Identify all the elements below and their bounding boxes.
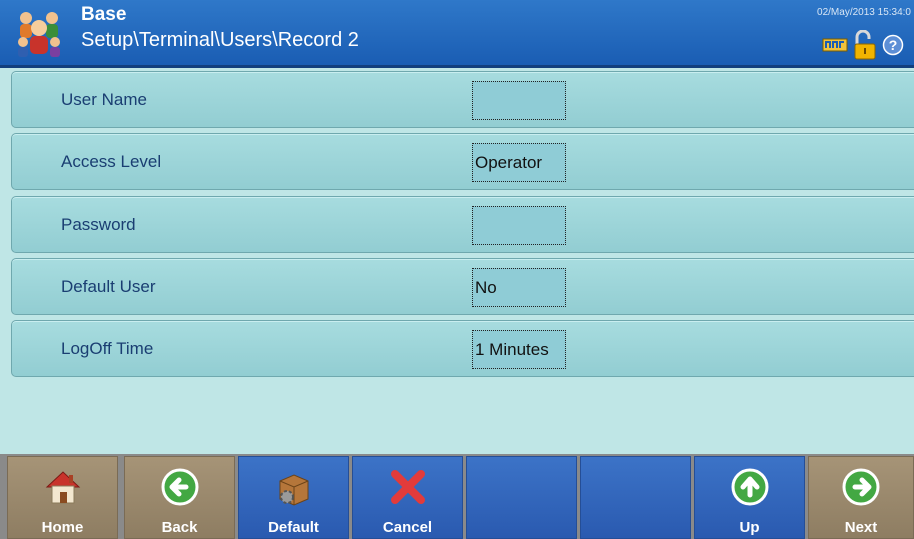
row-label: Password: [61, 214, 136, 234]
house-icon: [43, 467, 83, 507]
users-group-icon: [14, 8, 64, 58]
access-level-field[interactable]: Operator: [472, 143, 566, 182]
softkey-empty-1[interactable]: [466, 456, 577, 539]
row-user-name[interactable]: User Name: [11, 71, 914, 128]
default-button[interactable]: Default: [238, 456, 349, 539]
row-label: Access Level: [61, 151, 162, 171]
back-button[interactable]: Back: [124, 456, 235, 539]
row-default-user[interactable]: Default User No: [11, 258, 914, 315]
cancel-label: Cancel: [382, 519, 433, 536]
default-user-field[interactable]: No: [472, 268, 566, 307]
arrow-left-circle-icon: [160, 467, 200, 507]
softkey-empty-2[interactable]: [580, 456, 691, 539]
next-button[interactable]: Next: [808, 456, 914, 539]
box-gear-icon: [274, 467, 314, 507]
title-bar: Base Setup\Terminal\Users\Record 2 02/Ma…: [0, 0, 914, 68]
row-label: LogOff Time: [61, 338, 154, 358]
row-label: Default User: [61, 276, 156, 296]
row-access-level[interactable]: Access Level Operator: [11, 133, 914, 190]
row-label: User Name: [61, 89, 147, 109]
row-password[interactable]: Password: [11, 196, 914, 253]
red-x-icon: [388, 467, 428, 507]
user-name-field[interactable]: [472, 81, 566, 120]
page-title: Base: [81, 4, 127, 25]
help-icon[interactable]: ?: [882, 34, 904, 61]
next-label: Next: [844, 519, 878, 536]
arrow-up-circle-icon: [730, 467, 770, 507]
softkey-bar: Home Back Default Cancel Up Next: [0, 454, 914, 539]
breadcrumb: Setup\Terminal\Users\Record 2: [81, 29, 359, 51]
arrow-right-circle-icon: [841, 467, 881, 507]
padlock-unlocked-icon: [852, 29, 878, 65]
status-icons: ?: [822, 29, 904, 65]
cancel-button[interactable]: Cancel: [352, 456, 463, 539]
up-button[interactable]: Up: [694, 456, 805, 539]
up-label: Up: [739, 519, 760, 536]
default-label: Default: [268, 519, 319, 536]
home-button[interactable]: Home: [7, 456, 118, 539]
home-label: Home: [41, 519, 84, 536]
back-label: Back: [161, 519, 198, 536]
date-time-display: 02/May/2013 15:34:0: [817, 7, 911, 18]
settings-list: User Name Access Level Operator Password…: [0, 68, 914, 454]
network-icon: [822, 36, 848, 59]
password-field[interactable]: [472, 206, 566, 245]
logoff-time-field[interactable]: 1 Minutes: [472, 330, 566, 369]
svg-text:?: ?: [889, 37, 898, 53]
row-logoff-time[interactable]: LogOff Time 1 Minutes: [11, 320, 914, 377]
